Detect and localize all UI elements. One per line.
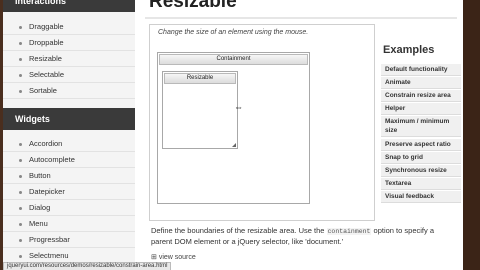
example-link-default[interactable]: Default functionality: [381, 64, 461, 76]
resizable-box[interactable]: Resizable: [162, 71, 238, 149]
demo-caption: Change the size of an element using the …: [158, 29, 309, 36]
example-link-constrain[interactable]: Constrain resize area: [381, 90, 461, 102]
sidebar-item-menu[interactable]: Menu: [3, 216, 135, 232]
containment-box: Containment Resizable ⇔: [157, 52, 310, 204]
containment-header: Containment: [159, 54, 308, 65]
resizable-header: Resizable: [164, 73, 236, 84]
bullet-icon: [19, 239, 22, 242]
sidebar: Interactions Draggable Droppable Resizab…: [3, 0, 135, 270]
sidebar-item-autocomplete[interactable]: Autocomplete: [3, 152, 135, 168]
sidebar-item-draggable[interactable]: Draggable: [3, 19, 135, 35]
sidebar-item-accordion[interactable]: Accordion: [3, 136, 135, 152]
example-link-textarea[interactable]: Textarea: [381, 178, 461, 190]
sidebar-heading-widgets: Widgets: [3, 108, 135, 130]
bullet-icon: [19, 255, 22, 258]
sidebar-item-selectable[interactable]: Selectable: [3, 67, 135, 83]
bullet-icon: [19, 74, 22, 77]
bullet-icon: [19, 223, 22, 226]
bullet-icon: [19, 26, 22, 29]
bullet-icon: [19, 143, 22, 146]
example-link-synchronous[interactable]: Synchronous resize: [381, 165, 461, 177]
sidebar-item-droppable[interactable]: Droppable: [3, 35, 135, 51]
bullet-icon: [19, 207, 22, 210]
bullet-icon: [19, 175, 22, 178]
sidebar-heading-interactions: Interactions: [3, 0, 135, 12]
page-title: Resizable: [149, 0, 237, 12]
bullet-icon: [19, 191, 22, 194]
code-snippet: containment: [326, 228, 372, 235]
sidebar-item-datepicker[interactable]: Datepicker: [3, 184, 135, 200]
example-link-snap-grid[interactable]: Snap to grid: [381, 152, 461, 164]
example-link-aspect-ratio[interactable]: Preserve aspect ratio: [381, 139, 461, 151]
example-link-max-min[interactable]: Maximum / minimum size: [381, 116, 461, 137]
sidebar-item-resizable[interactable]: Resizable: [3, 51, 135, 67]
browser-page: Interactions Draggable Droppable Resizab…: [3, 0, 463, 270]
example-link-helper[interactable]: Helper: [381, 103, 461, 115]
resize-cursor-icon: ⇔: [234, 102, 243, 112]
examples-heading: Examples: [383, 44, 435, 56]
sidebar-item-dialog[interactable]: Dialog: [3, 200, 135, 216]
bullet-icon: [19, 159, 22, 162]
example-link-animate[interactable]: Animate: [381, 77, 461, 89]
resize-handle-icon[interactable]: [232, 143, 236, 147]
plus-icon: ⊞: [151, 254, 159, 261]
bullet-icon: [19, 58, 22, 61]
demo-frame: Change the size of an element using the …: [149, 24, 375, 221]
status-bar-url: jqueryui.com/resources/demos/resizable/c…: [3, 262, 172, 270]
main-content: Resizable Change the size of an element …: [135, 0, 463, 270]
sidebar-item-progressbar[interactable]: Progressbar: [3, 232, 135, 248]
description: Define the boundaries of the resizable a…: [151, 226, 434, 246]
example-link-visual-feedback[interactable]: Visual feedback: [381, 191, 461, 203]
sidebar-item-button[interactable]: Button: [3, 168, 135, 184]
view-source-link[interactable]: ⊞ view source: [151, 253, 196, 261]
scrollbar[interactable]: [463, 0, 480, 270]
sidebar-item-sortable[interactable]: Sortable: [3, 83, 135, 99]
divider: [145, 17, 457, 19]
bullet-icon: [19, 42, 22, 45]
bullet-icon: [19, 90, 22, 93]
